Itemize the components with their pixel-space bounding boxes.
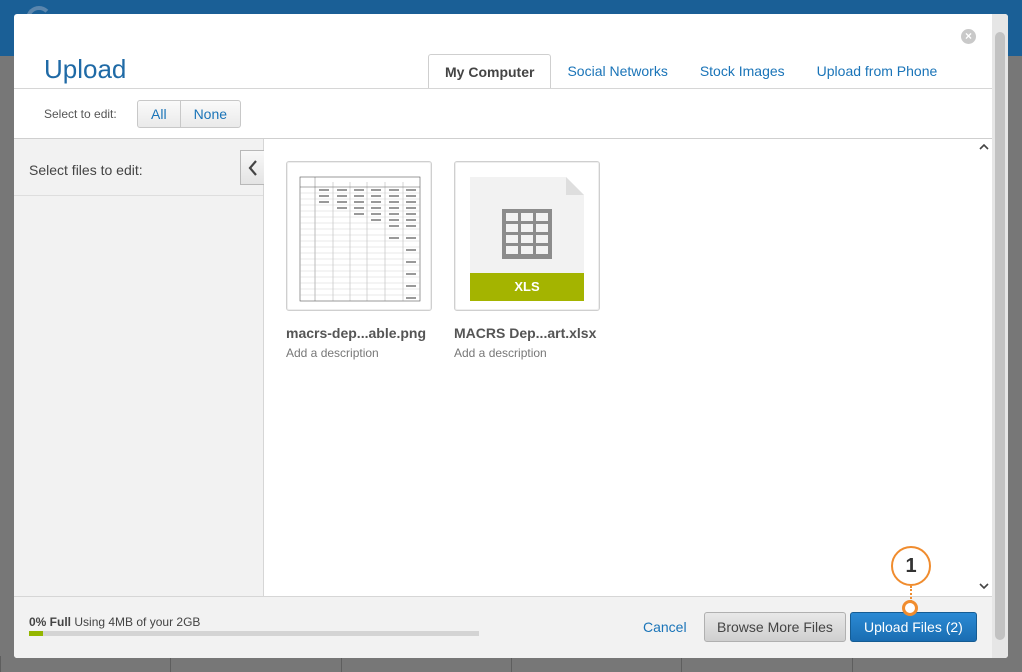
upload-files-button[interactable]: Upload Files (2) — [850, 612, 977, 642]
add-description-link[interactable]: Add a description — [286, 346, 436, 360]
usage-text: Using 4MB of your 2GB — [74, 615, 201, 629]
file-grid-scrollbar[interactable] — [976, 139, 992, 596]
file-name: macrs-dep...able.png — [286, 325, 427, 341]
dialog-scrollbar[interactable] — [992, 14, 1008, 658]
dialog-title: Upload — [44, 54, 127, 84]
select-none-button[interactable]: None — [179, 101, 240, 127]
tab-stock-images[interactable]: Stock Images — [684, 54, 801, 89]
app-background-columns — [0, 656, 1022, 672]
edit-sidebar: Select files to edit: — [14, 139, 264, 596]
scroll-up-icon[interactable] — [979, 142, 989, 152]
collapse-sidebar-button[interactable] — [240, 150, 264, 185]
sidebar-label: Select files to edit: — [29, 162, 143, 178]
file-card: XLS MACRS Dep...art.xlsx Add a descripti… — [454, 161, 604, 360]
upload-dialog: Upload × My Computer Social Networks Sto… — [14, 14, 1008, 658]
usage-progress-bar — [29, 631, 479, 636]
file-name: MACRS Dep...art.xlsx — [454, 325, 597, 341]
dialog-body: Select files to edit: macrs-dep...able.p… — [14, 139, 992, 596]
close-icon[interactable]: × — [961, 29, 976, 44]
table-image-thumbnail — [299, 176, 421, 302]
select-all-button[interactable]: All — [138, 101, 180, 127]
file-grid: macrs-dep...able.png Add a description X… — [264, 139, 992, 596]
callout-target-dot — [902, 600, 918, 616]
usage-percent: 0% Full — [29, 615, 72, 629]
source-tabs: My Computer Social Networks Stock Images… — [428, 54, 953, 89]
file-thumbnail[interactable] — [286, 161, 432, 311]
tab-upload-from-phone[interactable]: Upload from Phone — [801, 54, 954, 89]
add-description-link[interactable]: Add a description — [454, 346, 604, 360]
selection-toolbar: Select to edit: All None — [14, 88, 992, 139]
sidebar-header: Select files to edit: — [14, 139, 264, 196]
browse-more-files-button[interactable]: Browse More Files — [704, 612, 846, 642]
dialog-footer: 0% Full Using 4MB of your 2GB Cancel Bro… — [14, 596, 992, 658]
cancel-button[interactable]: Cancel — [643, 619, 687, 635]
scrollbar-thumb[interactable] — [995, 32, 1005, 640]
chevron-left-icon — [248, 159, 257, 176]
select-to-edit-label: Select to edit: — [44, 107, 117, 121]
xls-badge: XLS — [514, 279, 540, 294]
scroll-down-icon[interactable] — [979, 581, 989, 591]
dialog-header: Upload × My Computer Social Networks Sto… — [14, 14, 992, 89]
storage-usage: 0% Full Using 4MB of your 2GB — [29, 615, 200, 629]
file-thumbnail[interactable]: XLS — [454, 161, 600, 311]
select-button-group: All None — [137, 100, 242, 128]
step-callout-marker: 1 — [891, 546, 931, 586]
tab-my-computer[interactable]: My Computer — [428, 54, 552, 89]
file-card: macrs-dep...able.png Add a description — [286, 161, 436, 360]
tab-social-networks[interactable]: Social Networks — [551, 54, 683, 89]
usage-progress-fill — [29, 631, 43, 636]
